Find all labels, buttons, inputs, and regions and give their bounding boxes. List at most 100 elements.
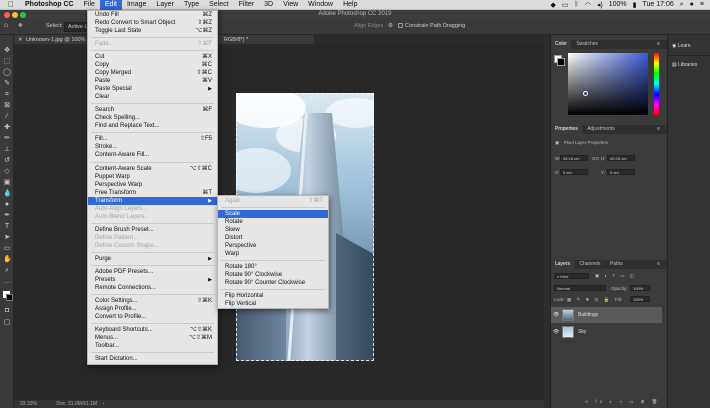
screen-icon[interactable]: ▭ [562,1,569,9]
menu-list-icon[interactable]: ≡ [700,1,704,8]
quick-select-icon[interactable]: ✎ [3,80,11,88]
menu-item-purge[interactable]: Purge ▶ [88,255,217,263]
menu-item-rotate[interactable]: Rotate [218,218,328,226]
menu-item-menus[interactable]: Menus... ⌥⇧⌘M [88,334,217,342]
lasso-tool-icon[interactable]: ◯ [3,69,11,77]
menu-item-rotate-90-clockwise[interactable]: Rotate 90° Clockwise [218,271,328,279]
libraries-button[interactable]: ▤ Libraries [672,62,697,68]
crop-tool-icon[interactable]: ⌗ [3,91,11,99]
x-field[interactable]: 0 cm [560,169,588,175]
menu-item-rotate-90-counter-clockwise[interactable]: Rotate 90° Counter Clockwise [218,279,328,287]
pen-tool-icon[interactable]: ✒ [3,212,11,220]
learn-button[interactable]: ◉ Learn [672,43,691,49]
rectangle-tool-icon[interactable]: ▭ [3,245,11,253]
layer-row-sky[interactable]: 👁 Sky [551,324,662,340]
apple-menu-icon[interactable]:  [0,0,20,10]
clock[interactable]: Tue 17:06 [642,1,673,8]
hue-slider[interactable] [654,53,659,115]
close-tab-icon[interactable]: ✕ [18,37,23,43]
zoom-level[interactable]: 33.33% [20,401,37,407]
menu-item-warp[interactable]: Warp [218,250,328,258]
home-icon[interactable]: ⌂ [4,22,8,29]
menu-item-clear[interactable]: Clear [88,93,217,101]
panel-menu-icon[interactable]: ≡ [653,260,664,269]
panel-menu-icon[interactable]: ≡ [653,125,664,134]
menu-item-fade[interactable]: Fade... ⇧⌘F [88,40,217,48]
layer-filter-icons[interactable]: ▣ ◐ T ▭ ◫ [595,273,636,279]
panel-menu-icon[interactable]: ≡ [653,40,664,49]
menu-item-keyboard-shortcuts[interactable]: Keyboard Shortcuts... ⌥⇧⌘K [88,326,217,334]
user-icon[interactable]: ● [690,1,694,8]
color-picker-cursor[interactable] [583,91,588,96]
dodge-tool-icon[interactable]: ● [3,201,11,209]
color-field[interactable] [568,53,648,115]
tab-swatches[interactable]: Swatches [572,41,602,47]
menu-item-undo-fill[interactable]: Undo Fill ⌘Z [88,11,217,19]
menu-item-content-aware-fill[interactable]: Content-Aware Fill... [88,151,217,159]
hand-tool-icon[interactable]: ✋ [3,256,12,264]
menu-item-paste-special[interactable]: Paste Special ▶ [88,85,217,93]
status-chevron-icon[interactable]: › [103,401,105,407]
move-tool-icon[interactable]: ✥ [3,47,11,55]
lock-icons[interactable]: ▦ ✎ ✥ ⊡ 🔒 [567,297,611,303]
menu-image[interactable]: Image [122,0,151,10]
menu-item-stroke[interactable]: Stroke... [88,143,217,151]
wifi-icon[interactable]: ◠ [585,1,591,9]
height-field[interactable]: 40.28 cm [607,155,635,161]
stamp-tool-icon[interactable]: ⊥ [3,146,11,154]
menu-item-perspective-warp[interactable]: Perspective Warp [88,181,217,189]
menu-item-assign-profile[interactable]: Assign Profile... [88,305,217,313]
tab-layers[interactable]: Layers [551,260,575,269]
menu-edit[interactable]: Edit [99,0,122,10]
menu-item-remote-connections[interactable]: Remote Connections... [88,284,217,292]
screen-mode-icon[interactable]: ▢ [3,319,11,327]
type-tool-icon[interactable]: T [3,223,11,231]
layer-row-buildings[interactable]: 👁 Buildings [551,307,662,323]
blur-tool-icon[interactable]: 💧 [3,190,12,198]
eyedropper-icon[interactable]: ⁄ [3,113,11,121]
menu-item-define-brush-preset[interactable]: Define Brush Preset... [88,226,217,234]
blend-mode-select[interactable]: Normal [554,285,606,291]
menu-item-redo-convert-to-smart-object[interactable]: Redo Convert to Smart Object ⇧⌘Z [88,19,217,27]
constrain-path-checkbox[interactable]: Constrain Path Dragging [398,23,465,29]
menu-item-check-spelling[interactable]: Check Spelling... [88,114,217,122]
menu-item-perspective[interactable]: Perspective [218,242,328,250]
battery-icon[interactable]: ▮ [633,1,637,9]
move-tool-icon[interactable]: ✥ [18,23,23,29]
dropbox-icon[interactable]: ◆ [551,1,556,9]
minimize-window-button[interactable] [12,11,18,18]
bluetooth-icon[interactable]: ᛒ [575,1,579,8]
frame-tool-icon[interactable]: ⊠ [3,102,11,110]
menu-item-cut[interactable]: Cut ⌘X [88,53,217,61]
search-icon[interactable]: ⌕ [680,1,684,9]
link-dimensions-button[interactable]: GO [592,156,599,161]
menu-file[interactable]: File [79,0,100,10]
doc-size[interactable]: Doc: 31.0M/61.1M [56,401,97,407]
layer-name[interactable]: Sky [578,324,586,340]
menu-item-puppet-warp[interactable]: Puppet Warp [88,173,217,181]
menu-item-search[interactable]: Search ⌘F [88,106,217,114]
tab-channels[interactable]: Channels [575,261,604,267]
width-field[interactable]: 35.18 cm [560,155,588,161]
visibility-eye-icon[interactable]: 👁 [553,307,559,323]
volume-icon[interactable]: ◂) [597,1,603,9]
zoom-window-button[interactable] [20,11,26,18]
background-color-swatch[interactable] [6,294,13,301]
menu-3d[interactable]: 3D [259,0,278,10]
menu-item-copy-merged[interactable]: Copy Merged ⇧⌘C [88,69,217,77]
more-tools-icon[interactable]: … [3,278,11,286]
brush-tool-icon[interactable]: ✏ [3,135,11,143]
menu-item-skew[interactable]: Skew [218,226,328,234]
menu-item-color-settings[interactable]: Color Settings... ⇧⌘K [88,297,217,305]
layer-name[interactable]: Buildings [578,307,598,323]
menu-item-paste[interactable]: Paste ⌘V [88,77,217,85]
align-edges-checkbox[interactable]: Align Edges [354,23,383,29]
path-select-icon[interactable]: ➤ [3,234,11,242]
menu-window[interactable]: Window [303,0,338,10]
menu-item-toggle-last-state[interactable]: Toggle Last State ⌥⌘Z [88,27,217,35]
menu-item-distort[interactable]: Distort [218,234,328,242]
menu-type[interactable]: Type [179,0,204,10]
layer-filter-kind[interactable]: ⌕ Kind [554,273,589,279]
gradient-tool-icon[interactable]: ▣ [3,179,11,187]
tab-color[interactable]: Color [551,40,571,49]
